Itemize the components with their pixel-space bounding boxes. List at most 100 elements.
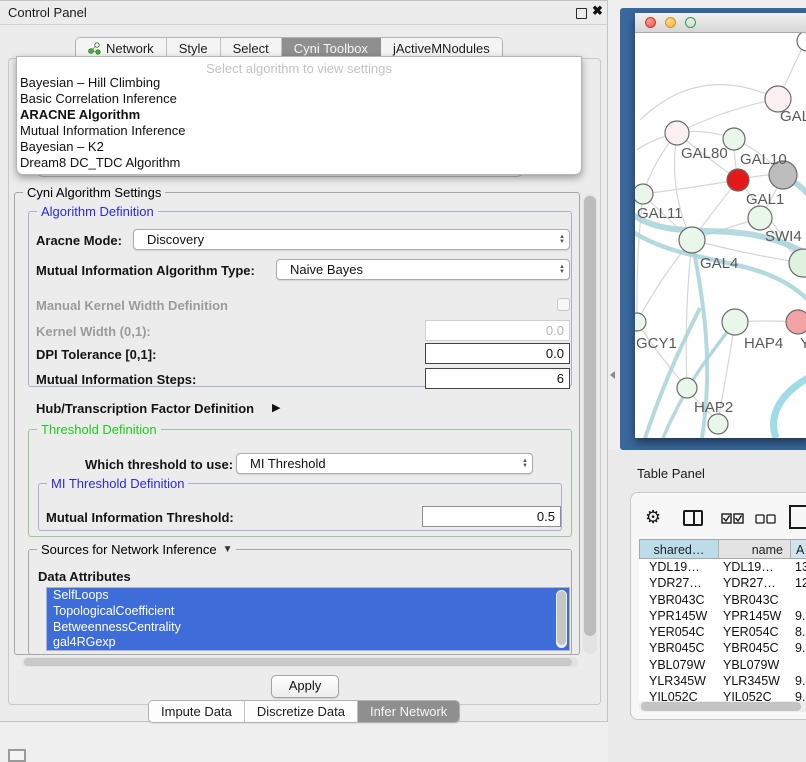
stepper-icon: ▲▼: [555, 265, 569, 275]
gear-icon[interactable]: ⚙: [645, 507, 661, 528]
stepper-icon: ▲▼: [555, 235, 569, 245]
attribute-item[interactable]: BetweennessCentrality: [47, 620, 569, 636]
manual-kernel-checkbox[interactable]: [557, 298, 570, 311]
tab-discretize-data[interactable]: Discretize Data: [245, 701, 358, 722]
table-row[interactable]: YER054CYER054C8.: [639, 624, 806, 640]
column-header-shared[interactable]: shared…: [639, 539, 719, 559]
table-row[interactable]: YDR27…YDR27…12: [639, 575, 806, 591]
node-gal1[interactable]: [748, 206, 772, 230]
cell: 9.: [791, 673, 806, 689]
table-row[interactable]: YBR045CYBR045C9.: [639, 640, 806, 656]
settings-hscrollbar[interactable]: [22, 657, 578, 667]
cell: YDR27…: [639, 575, 719, 591]
table-hscrollbar[interactable]: [639, 701, 806, 712]
column-header-name[interactable]: name: [719, 539, 791, 559]
manual-kernel-label: Manual Kernel Width Definition: [36, 298, 228, 313]
dropdown-option[interactable]: Basic Correlation Inference: [20, 91, 177, 106]
node-gal80[interactable]: [665, 121, 689, 145]
which-threshold-label: Which threshold to use:: [85, 457, 233, 472]
cell: YPR145W: [639, 608, 719, 624]
cell: YDR27…: [719, 575, 791, 591]
network-tab-icon: [88, 42, 101, 55]
mi-steps-label: Mutual Information Steps:: [36, 372, 196, 387]
table-row[interactable]: YDL19…YDL19…13: [639, 559, 806, 575]
minimize-traffic-icon[interactable]: [665, 17, 676, 28]
dropdown-option[interactable]: Mutual Information Inference: [20, 123, 185, 138]
aracne-mode-combo[interactable]: Discovery ▲▼: [133, 229, 570, 250]
bottom-tabbar: Impute Data Discretize Data Infer Networ…: [148, 700, 460, 723]
table-row[interactable]: YPR145WYPR145W9.: [639, 608, 806, 624]
node-hap2[interactable]: [677, 378, 697, 398]
cell: YLR345W: [639, 673, 719, 689]
mi-threshold-input[interactable]: 0.5: [422, 506, 561, 527]
file-icon[interactable]: [789, 505, 806, 529]
node-swi4[interactable]: [789, 249, 806, 277]
deselect-all-icon[interactable]: [755, 514, 777, 524]
attribute-item[interactable]: SelfLoops: [47, 588, 569, 604]
minimized-panel-icon[interactable]: [8, 749, 26, 762]
node-gal11[interactable]: [635, 184, 653, 204]
attribute-item[interactable]: TopologicalCoefficient: [47, 604, 569, 620]
table-row[interactable]: YBL079WYBL079W: [639, 657, 806, 673]
node-label: HAP2: [694, 399, 733, 416]
tab-jactivemnodules-label: jActiveMNodules: [393, 41, 490, 56]
sources-title-row[interactable]: Sources for Network Inference ▼: [37, 542, 236, 557]
node-label: GAL10: [740, 151, 787, 168]
node[interactable]: [797, 33, 806, 51]
dropdown-option-highlighted[interactable]: ARACNE Algorithm: [20, 107, 140, 122]
table-window: ⚙ shared… name A: [630, 492, 806, 720]
node[interactable]: [708, 414, 728, 434]
node-salmon[interactable]: [786, 310, 806, 334]
control-panel-title: Control Panel: [8, 5, 87, 20]
cell: [791, 592, 806, 608]
cell: 8.: [791, 624, 806, 640]
table-row[interactable]: YIL052CYIL052C9.: [639, 689, 806, 701]
node-hap4[interactable]: [722, 309, 748, 335]
close-traffic-icon[interactable]: [645, 17, 656, 28]
cell: [791, 657, 806, 673]
tab-infer-network[interactable]: Infer Network: [358, 701, 459, 722]
node-label: GAL4: [700, 255, 738, 272]
dropdown-option[interactable]: Dream8 DC_TDC Algorithm: [20, 155, 180, 170]
kernel-width-input[interactable]: 0.0: [425, 320, 570, 341]
expand-right-icon[interactable]: ▶: [272, 401, 280, 414]
hub-definition-label: Hub/Transcription Factor Definition: [36, 401, 254, 416]
dropdown-option[interactable]: Bayesian – Hill Climbing: [20, 75, 160, 90]
split-divider-handle[interactable]: [610, 371, 615, 379]
node-label: Y: [800, 335, 806, 352]
mi-threshold-group-title: MI Threshold Definition: [47, 476, 188, 491]
mi-steps-input[interactable]: 6: [425, 368, 570, 389]
data-attributes-list[interactable]: SelfLoops TopologicalCoefficient Between…: [46, 587, 570, 651]
node-red[interactable]: [727, 169, 749, 191]
aracne-mode-value: Discovery: [134, 232, 555, 247]
float-panel-icon[interactable]: [576, 8, 587, 19]
control-panel-titlebar: Control Panel ✖: [0, 1, 607, 25]
zoom-traffic-icon[interactable]: [685, 17, 696, 28]
column-header-a[interactable]: A: [791, 539, 806, 559]
cell: 9.: [791, 640, 806, 656]
node-gal4[interactable]: [679, 227, 705, 253]
node-label: GAL: [780, 108, 806, 125]
tab-impute-data[interactable]: Impute Data: [149, 701, 245, 722]
node-gcy1[interactable]: [635, 313, 646, 331]
dpi-tolerance-input[interactable]: 0.0: [425, 343, 570, 364]
attribute-list-scrollbar[interactable]: [556, 590, 567, 648]
network-canvas[interactable]: GAL GAL80 GAL10 GAL1 GAL11 SWI4 GAL4 GCY…: [635, 33, 806, 438]
select-all-checks-icon[interactable]: [721, 513, 745, 524]
mi-algorithm-type-combo[interactable]: Naive Bayes ▲▼: [276, 259, 570, 280]
table-row[interactable]: YBR043CYBR043C: [639, 592, 806, 608]
close-icon[interactable]: ✖: [592, 3, 603, 19]
columns-icon[interactable]: [683, 510, 703, 526]
network-window-titlebar[interactable]: [635, 13, 806, 33]
tab-cyni-toolbox-label: Cyni Toolbox: [294, 41, 368, 56]
apply-button[interactable]: Apply: [271, 675, 339, 698]
dropdown-option[interactable]: Bayesian – K2: [20, 139, 104, 154]
which-threshold-combo[interactable]: MI Threshold ▲▼: [236, 453, 533, 474]
cell: 13: [791, 559, 806, 575]
sources-title: Sources for Network Inference: [41, 542, 217, 557]
cell: 9.: [791, 608, 806, 624]
settings-scrollbar[interactable]: [583, 194, 597, 654]
table-row[interactable]: YLR345WYLR345W9.: [639, 673, 806, 689]
attribute-item[interactable]: gal4RGexp: [47, 635, 569, 651]
tab-select-label: Select: [233, 41, 269, 56]
